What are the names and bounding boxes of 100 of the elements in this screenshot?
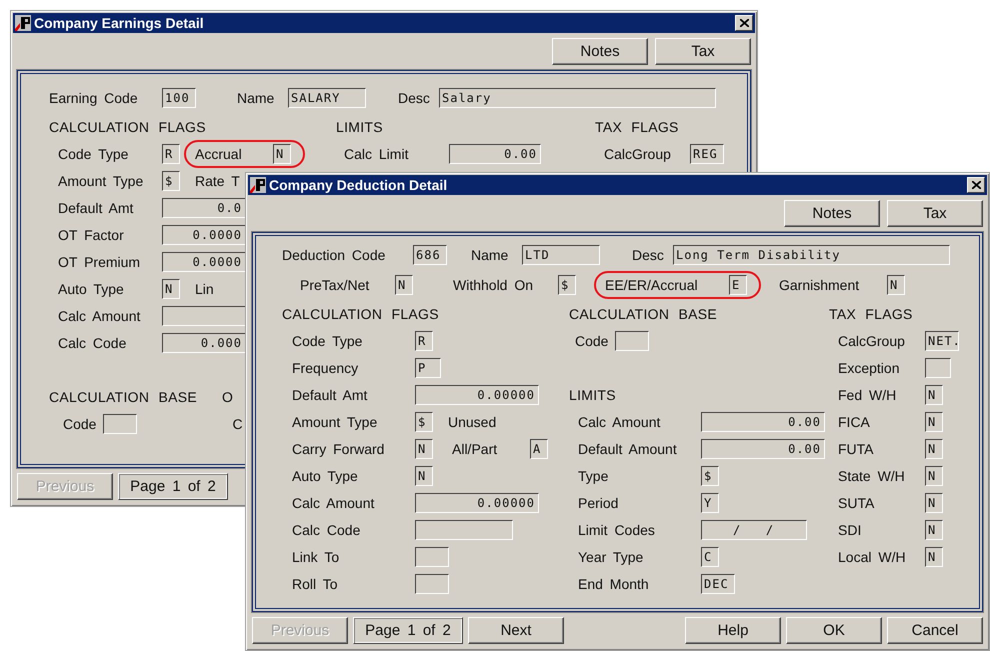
- window-title: Company Deduction Detail: [269, 177, 448, 193]
- text-field[interactable]: N: [415, 466, 433, 486]
- field-label: Lin: [195, 280, 214, 296]
- field-label: Calc Code: [292, 522, 362, 538]
- toolbar-button[interactable]: Tax: [655, 38, 751, 65]
- field-label: Earning Code: [49, 90, 139, 106]
- field-label: Amount Type: [58, 172, 144, 188]
- field-label: Default Amount: [578, 440, 678, 456]
- field-label: C: [232, 416, 243, 432]
- text-field[interactable]: N: [925, 520, 943, 540]
- field-label: Year Type: [578, 548, 644, 564]
- text-field[interactable]: $: [415, 412, 433, 432]
- text-field[interactable]: [415, 520, 513, 540]
- field-label: Garnishment: [779, 277, 860, 293]
- text-field[interactable]: E: [729, 275, 747, 295]
- text-field[interactable]: P: [415, 358, 441, 378]
- text-field[interactable]: C: [701, 546, 719, 566]
- text-field[interactable]: N: [925, 546, 943, 566]
- text-field[interactable]: $: [162, 170, 180, 190]
- text-field[interactable]: 0.00: [449, 144, 541, 164]
- field-label: Fed W/H: [838, 386, 898, 402]
- nav-button[interactable]: Next: [468, 617, 564, 644]
- text-field[interactable]: N: [925, 438, 943, 458]
- text-field[interactable]: N: [162, 278, 180, 298]
- field-label: OT Premium: [58, 254, 142, 270]
- text-field[interactable]: N: [395, 275, 413, 295]
- field-label: Type: [578, 468, 610, 484]
- app-logo-icon: [15, 15, 31, 31]
- text-field[interactable]: 0.00: [701, 412, 825, 432]
- text-field[interactable]: 686: [413, 245, 447, 265]
- text-field[interactable]: [925, 358, 951, 378]
- text-field[interactable]: N: [925, 492, 943, 512]
- text-field[interactable]: Y: [701, 492, 719, 512]
- field-label: Calc Code: [58, 334, 128, 350]
- field-label: Desc: [398, 90, 431, 106]
- text-field[interactable]: Long Term Disability: [673, 245, 950, 265]
- field-label: Default Amt: [292, 386, 368, 402]
- nav-button[interactable]: Help: [685, 617, 781, 644]
- text-field[interactable]: LTD: [522, 245, 600, 265]
- text-field[interactable]: 0.00000: [415, 384, 539, 404]
- text-field[interactable]: NET.: [925, 330, 959, 350]
- field-label: Frequency: [292, 360, 360, 376]
- text-field[interactable]: A: [530, 438, 548, 458]
- close-icon: [972, 181, 980, 189]
- text-field[interactable]: $: [558, 275, 576, 295]
- field-label: O: [222, 388, 233, 404]
- toolbar-button[interactable]: Tax: [887, 200, 983, 227]
- text-field[interactable]: [103, 414, 138, 434]
- text-field[interactable]: R: [162, 144, 180, 164]
- field-label: Code Type: [58, 146, 130, 162]
- text-field[interactable]: R: [415, 330, 433, 350]
- window-title: Company Earnings Detail: [34, 15, 205, 31]
- toolbar-button[interactable]: Notes: [784, 200, 880, 227]
- field-label: Rate T: [195, 172, 240, 188]
- field-label: CalcGroup: [604, 146, 672, 162]
- text-field[interactable]: DEC: [701, 574, 735, 594]
- field-label: OT Factor: [58, 226, 125, 242]
- field-label: Amount Type: [292, 414, 378, 430]
- field-label: Name: [237, 90, 276, 106]
- text-field[interactable]: [615, 330, 650, 350]
- close-button[interactable]: [967, 177, 985, 193]
- field-label: CalcGroup: [838, 332, 906, 348]
- field-label: Accrual: [195, 146, 243, 162]
- nav-button[interactable]: OK: [786, 617, 882, 644]
- text-field[interactable]: N: [925, 384, 943, 404]
- field-label: Auto Type: [58, 280, 125, 296]
- app-logo-icon: [250, 177, 266, 193]
- field-label: All/Part: [452, 440, 498, 456]
- text-field[interactable]: N: [925, 466, 943, 486]
- text-field[interactable]: 0.00: [701, 438, 825, 458]
- text-field[interactable]: N: [887, 275, 905, 295]
- text-field[interactable]: 0.00000: [415, 492, 539, 512]
- field-label: Deduction Code: [282, 247, 386, 263]
- field-label: Calc Limit: [344, 146, 410, 162]
- field-label: Auto Type: [292, 468, 359, 484]
- text-field[interactable]: N: [273, 144, 291, 164]
- section-heading: TAX FLAGS: [829, 306, 913, 322]
- text-field[interactable]: SALARY: [288, 88, 366, 108]
- text-field[interactable]: $: [701, 466, 719, 486]
- text-field[interactable]: [415, 546, 449, 566]
- field-label: End Month: [578, 576, 650, 592]
- field-label: SUTA: [838, 494, 876, 510]
- text-field[interactable]: REG: [690, 144, 724, 164]
- field-label: FUTA: [838, 440, 875, 456]
- nav-button[interactable]: Cancel: [887, 617, 983, 644]
- field-label: Calc Amount: [292, 494, 376, 510]
- text-field[interactable]: Salary: [439, 88, 716, 108]
- field-label: Carry Forward: [292, 440, 386, 456]
- field-label: SDI: [838, 522, 862, 538]
- section-heading: CALCULATION FLAGS: [282, 306, 439, 322]
- text-field[interactable]: N: [925, 412, 943, 432]
- toolbar-button[interactable]: Notes: [552, 38, 648, 65]
- field-label: Limit Codes: [578, 522, 656, 538]
- text-field[interactable]: / /: [701, 520, 807, 540]
- text-field[interactable]: [415, 574, 449, 594]
- close-button[interactable]: [735, 15, 753, 31]
- field-label: PreTax/Net: [300, 277, 370, 293]
- text-field[interactable]: 100: [162, 88, 196, 108]
- text-field[interactable]: N: [415, 438, 433, 458]
- field-label: Desc: [632, 247, 665, 263]
